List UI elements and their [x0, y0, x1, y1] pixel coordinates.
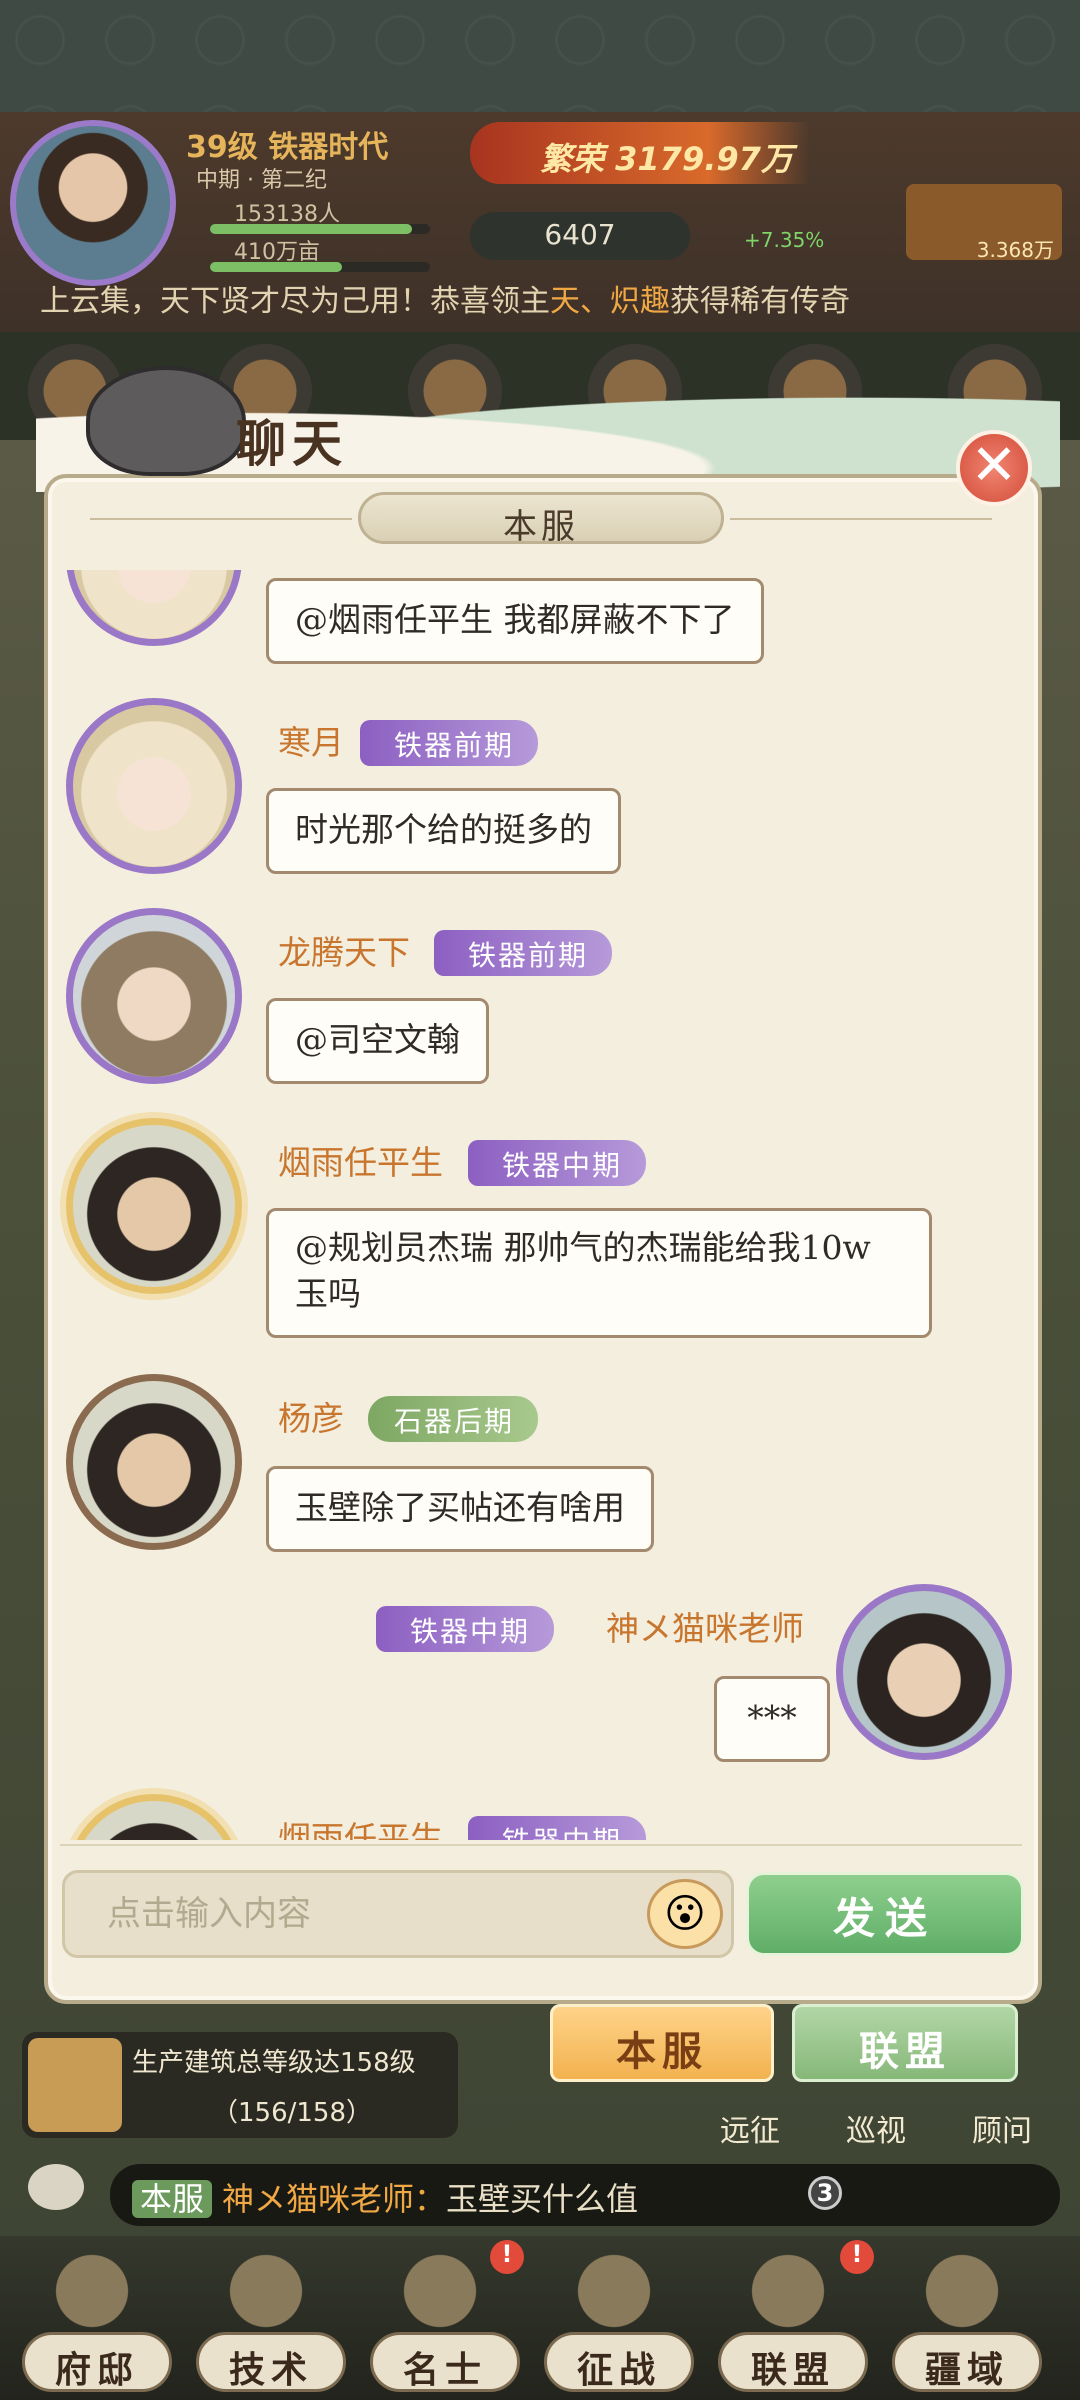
rank-badge: 铁器前期: [434, 930, 613, 976]
growth-rate: +7.35%: [744, 228, 825, 252]
message-input-box[interactable]: 😮: [62, 1870, 734, 1958]
nav-territory[interactable]: 疆域: [892, 2332, 1042, 2392]
notification-dot: !: [490, 2240, 524, 2274]
nav-tech[interactable]: 技术: [196, 2332, 346, 2392]
message-bubble[interactable]: ***: [714, 1676, 830, 1762]
chat-ticker-tag: 本服: [132, 2180, 213, 2218]
user-name: 烟雨任平生: [278, 1143, 443, 1182]
territory-icon: [892, 2236, 1032, 2346]
divider: [730, 518, 992, 520]
user-avatar[interactable]: [66, 570, 242, 646]
player-era: 中期 · 第二纪: [196, 168, 327, 193]
announcement-marquee: 上云集，天下贤才尽为己用！恭喜领主天、炽趣获得稀有传奇: [40, 284, 850, 319]
mansion-icon: [22, 2236, 162, 2346]
user-avatar[interactable]: [66, 908, 242, 1084]
channel-label: 本服: [358, 492, 724, 547]
message-bubble[interactable]: @司空文翰: [266, 998, 489, 1084]
quest-text: 生产建筑总等级达158级: [132, 2048, 416, 2078]
gold-counter[interactable]: 3.368万: [906, 184, 1062, 262]
self-avatar[interactable]: [836, 1584, 1012, 1760]
emoji-icon[interactable]: 😮: [647, 1879, 723, 1949]
message-bubble[interactable]: 玉壁除了买帖还有啥用: [266, 1466, 654, 1552]
user-name: 神メ猫咪老师: [606, 1609, 804, 1648]
message-list[interactable]: @烟雨任平生 我都屏蔽不下了 寒月 铁器前期 时光那个给的挺多的 龙腾天下 铁器…: [48, 570, 1038, 1840]
nav-scholar[interactable]: 名士: [370, 2332, 520, 2392]
expedition-button[interactable]: 远征: [720, 2106, 780, 2150]
patrol-button[interactable]: 巡视: [846, 2106, 906, 2150]
user-avatar[interactable]: [66, 1374, 242, 1550]
close-button[interactable]: ✕: [956, 430, 1032, 506]
land-bar: [210, 262, 430, 272]
divider: [90, 518, 352, 520]
rank-badge: 铁器中期: [468, 1816, 647, 1840]
message-bubble[interactable]: 时光那个给的挺多的: [266, 788, 621, 874]
prosperity-banner: 繁荣 3179.97万: [470, 122, 810, 184]
rank-badge: 铁器前期: [360, 720, 539, 766]
rank-badge: 铁器中期: [468, 1140, 647, 1186]
dialog-title: 聊天: [236, 414, 348, 473]
message-input[interactable]: [65, 1873, 625, 1955]
user-avatar[interactable]: [66, 698, 242, 874]
top-decoration: [0, 0, 1080, 112]
battle-icon: [544, 2236, 684, 2346]
nav-battle[interactable]: 征战: [544, 2332, 694, 2392]
player-level: 39级 铁器时代: [186, 130, 389, 165]
advisor-button[interactable]: 顾问: [972, 2106, 1032, 2150]
nav-mansion[interactable]: 府邸: [22, 2332, 172, 2392]
dragon-mascot-icon: [86, 366, 246, 476]
rank-badge: 铁器中期: [376, 1606, 555, 1652]
jade-counter[interactable]: 6407: [470, 212, 690, 260]
user-name: 寒月: [278, 723, 344, 762]
message-bubble[interactable]: @烟雨任平生 我都屏蔽不下了: [266, 578, 764, 664]
player-avatar[interactable]: [10, 120, 176, 286]
bottom-nav: ! 3 ! 府邸 技术 名士 征战 联盟 疆域: [0, 2176, 1080, 2400]
chat-ticker[interactable]: 本服 神メ猫咪老师：玉壁买什么值: [110, 2164, 1060, 2226]
tab-alliance[interactable]: 联盟: [792, 2004, 1018, 2082]
tab-server[interactable]: 本服: [550, 2004, 774, 2082]
user-avatar[interactable]: [66, 1118, 242, 1294]
tech-icon: [196, 2236, 336, 2346]
rank-badge: 石器后期: [368, 1396, 539, 1442]
chat-ticker-text: 玉壁买什么值: [446, 2180, 639, 2218]
population-bar: [210, 224, 430, 234]
chat-ticker-sender: 神メ猫咪老师：: [222, 2180, 447, 2218]
notification-dot: !: [840, 2240, 874, 2274]
scholar-icon: [370, 2236, 510, 2346]
chat-icon[interactable]: [28, 2164, 84, 2210]
user-name: 烟雨任平生: [278, 1819, 443, 1840]
user-avatar[interactable]: [66, 1794, 242, 1840]
user-name: 杨彦: [278, 1399, 344, 1438]
quest-scroll-icon: [28, 2038, 122, 2132]
user-name: 龙腾天下: [278, 933, 410, 972]
quest-progress: （156/158）: [212, 2098, 373, 2128]
notification-count: 3: [808, 2176, 842, 2210]
send-button[interactable]: 发送: [746, 1872, 1024, 1956]
nav-alliance[interactable]: 联盟: [718, 2332, 868, 2392]
alliance-icon: [718, 2236, 858, 2346]
quest-panel[interactable]: 生产建筑总等级达158级 （156/158）: [22, 2032, 458, 2138]
input-divider: [60, 1844, 1022, 1846]
message-bubble[interactable]: @规划员杰瑞 那帅气的杰瑞能给我10w玉吗: [266, 1208, 932, 1338]
